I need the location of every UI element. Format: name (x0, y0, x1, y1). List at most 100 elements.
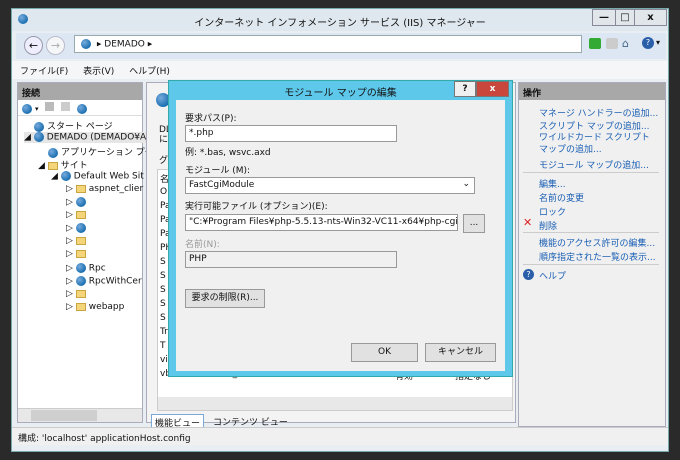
folder-icon (75, 184, 86, 193)
executable-input[interactable]: "C:¥Program Files¥php-5.5.13-nts-Win32-V… (185, 214, 458, 231)
title-bar: インターネット インフォメーション サービス (IIS) マネージャー — □ … (12, 9, 668, 31)
minimize-button[interactable]: — (592, 9, 616, 26)
home-icon[interactable]: ⌂ (622, 37, 634, 50)
menu-view[interactable]: 表示(V) (83, 67, 114, 77)
action-delete[interactable]: 削除 (539, 219, 557, 232)
request-path-label: 要求パス(P): (185, 114, 237, 124)
folder-icon (75, 302, 86, 311)
action-edit-feature-permissions[interactable]: 機能のアクセス許可の編集... (539, 236, 655, 249)
menu-help[interactable]: ヘルプ(H) (129, 67, 170, 77)
action-add-module-map[interactable]: モジュール マップの追加... (539, 158, 649, 171)
module-label: モジュール (M): (185, 166, 251, 176)
action-add-wildcard-script-map[interactable]: ワイルドカード スクリプト マップの追加... (539, 132, 661, 156)
tree-item-aspnet-client[interactable]: ▷ aspnet_clier (66, 184, 143, 194)
address-bar: ← → ▸ DEMADO ▸ ⌂ ? ▾ (16, 33, 666, 59)
executable-label: 実行可能ファイル (オプション)(E): (185, 202, 328, 212)
name-label: 名前(N): (185, 240, 220, 250)
list-row[interactable]: Tr (160, 327, 168, 337)
stop-icon[interactable] (606, 38, 618, 49)
tree-item-rpc[interactable]: ▷ Rpc (66, 263, 106, 274)
action-help[interactable]: ヘルプ (539, 269, 566, 282)
chevron-down-icon[interactable]: ▾ (656, 38, 660, 47)
close-button[interactable]: x (634, 9, 667, 26)
connections-toolbar: ▾ (18, 100, 142, 116)
disconnect-icon[interactable] (77, 103, 88, 114)
server-icon (81, 39, 91, 49)
forward-button[interactable]: → (46, 36, 65, 55)
list-row[interactable]: S (160, 313, 166, 323)
connections-pane: 接続 ▾ スタート ページ ◢ DEMADO (DEMADO¥A アプリケーショ… (17, 82, 163, 423)
request-path-input[interactable]: *.php (185, 125, 397, 142)
tree-item-sites[interactable]: ◢ サイト (38, 158, 88, 171)
maximize-button[interactable]: □ (615, 9, 635, 26)
app-icon (75, 197, 86, 207)
server-icon (33, 132, 44, 142)
tree-item-folder[interactable]: ▷ (66, 210, 89, 220)
tree-item-app[interactable]: ▷ (66, 197, 89, 208)
folder-icon (75, 236, 86, 245)
list-row[interactable]: T (160, 341, 166, 351)
up-icon[interactable] (61, 102, 71, 111)
action-rename[interactable]: 名前の変更 (539, 191, 584, 204)
dialog-close-button[interactable]: x (476, 81, 509, 97)
action-add-managed-handler[interactable]: マネージ ハンドラーの追加... (539, 106, 658, 119)
list-row[interactable]: S (160, 271, 166, 281)
list-row[interactable]: S (160, 257, 166, 267)
tree-item-folder[interactable]: ▷ (66, 249, 89, 259)
list-row[interactable]: S (160, 299, 166, 309)
cancel-button[interactable]: キャンセル (425, 343, 496, 362)
tree-item-folder[interactable]: ▷ (66, 236, 89, 246)
folder-icon (75, 249, 86, 258)
save-icon[interactable] (45, 102, 55, 111)
tree-item-folder[interactable]: ▷ (66, 289, 89, 299)
module-select[interactable]: FastCgiModule ⌄ (185, 177, 475, 194)
action-add-script-map[interactable]: スクリプト マップの追加... (539, 119, 649, 132)
edit-module-map-dialog: モジュール マップの編集 ? x 要求パス(P): *.php 例: *.bas… (168, 80, 513, 377)
dialog-help-button[interactable]: ? (454, 81, 476, 97)
request-restrictions-button[interactable]: 要求の制限(R)... (185, 289, 265, 308)
dialog-body: 要求パス(P): *.php 例: *.bas, wsvc.axd モジュール … (176, 100, 505, 371)
connect-icon[interactable] (22, 103, 32, 114)
window-title: インターネット インフォメーション サービス (IIS) マネージャー (194, 18, 486, 29)
help-icon[interactable]: ? (642, 37, 654, 49)
chevron-down-icon: ⌄ (462, 179, 470, 189)
action-view-ordered-list[interactable]: 順序指定された一覧の表示... (539, 250, 656, 263)
sites-icon (47, 161, 58, 170)
tree-item-rpcwithcert[interactable]: ▷ RpcWithCer (66, 276, 142, 287)
action-lock[interactable]: ロック (539, 205, 566, 218)
tree-item-webapp[interactable]: ▷ webapp (66, 302, 124, 312)
back-button[interactable]: ← (24, 36, 43, 55)
app-pool-icon (48, 147, 58, 158)
tree-item-default-web-site[interactable]: ◢ Default Web Sit (51, 171, 144, 182)
help-icon: ? (523, 269, 534, 280)
name-input[interactable]: PHP (185, 251, 397, 268)
breadcrumb-demado[interactable]: DEMADO (104, 40, 145, 50)
list-row[interactable]: vi (160, 355, 168, 365)
breadcrumb[interactable]: ▸ DEMADO ▸ (74, 35, 582, 53)
refresh-icon[interactable] (589, 38, 601, 49)
browse-button[interactable]: ... (463, 214, 485, 233)
server-icon (34, 121, 44, 132)
list-row[interactable]: S (160, 285, 166, 295)
actions-pane: 操作 マネージ ハンドラーの追加... スクリプト マップの追加... ワイルド… (518, 82, 666, 427)
status-text: 構成: 'localhost' applicationHost.config (18, 434, 191, 444)
globe-icon (60, 171, 71, 181)
menu-bar: ファイル(F) 表示(V) ヘルプ(H) (12, 61, 668, 79)
horizontal-scrollbar[interactable] (18, 408, 142, 422)
tree-item-start-page[interactable]: スタート ページ (34, 119, 113, 132)
request-path-example: 例: *.bas, wsvc.axd (185, 148, 271, 158)
delete-icon: ✕ (523, 216, 533, 229)
horizontal-scrollbar[interactable] (158, 397, 512, 410)
group-by[interactable]: グ (159, 153, 168, 166)
app-icon (75, 263, 86, 273)
list-row[interactable]: O (160, 187, 167, 197)
tree-item-app[interactable]: ▷ (66, 223, 89, 234)
action-edit[interactable]: 編集... (539, 177, 566, 190)
app-icon (75, 276, 86, 286)
folder-icon (75, 210, 86, 219)
menu-file[interactable]: ファイル(F) (20, 67, 68, 77)
ok-button[interactable]: OK (351, 343, 418, 362)
app-icon (75, 223, 86, 233)
folder-icon (75, 289, 86, 298)
tree-item-server[interactable]: ◢ DEMADO (DEMADO¥A (24, 132, 147, 143)
